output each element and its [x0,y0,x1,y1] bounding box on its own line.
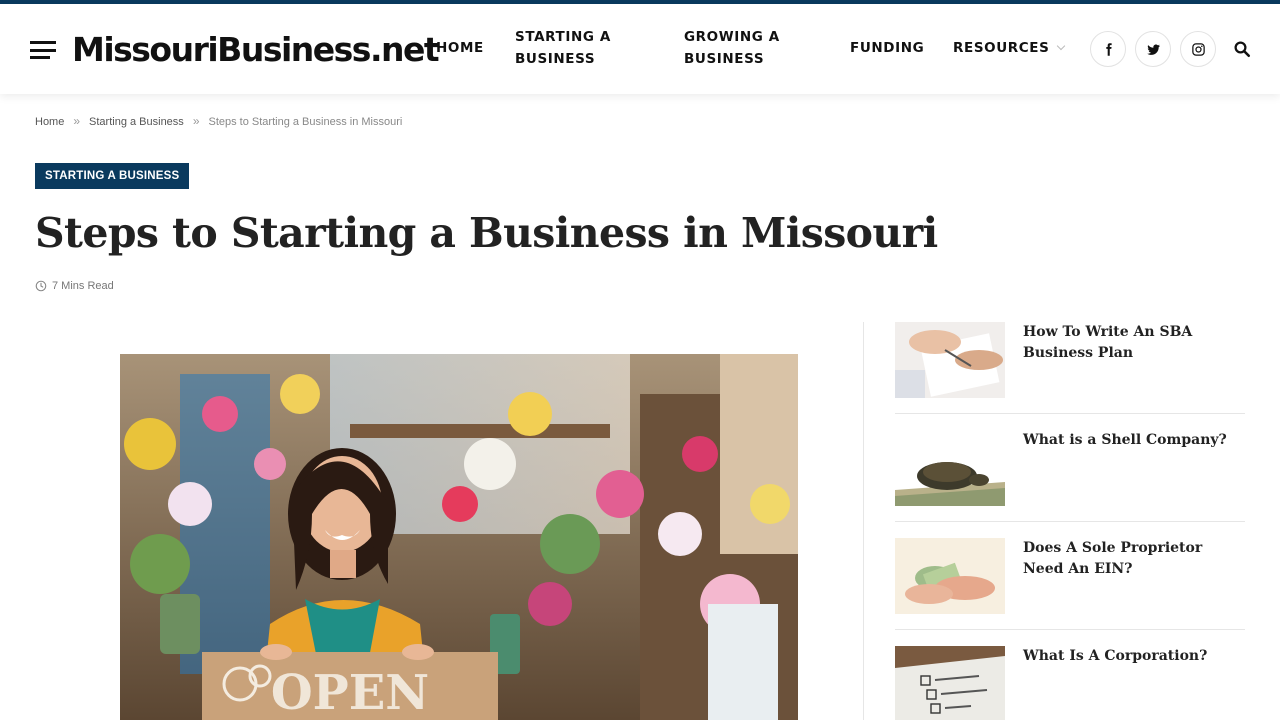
sidebar-post-title[interactable]: How To Write An SBA Business Plan [1023,322,1247,364]
featured-image: OPEN [120,354,798,720]
list-item: What is a Shell Company? [895,430,1245,538]
sidebar-post-title[interactable]: What is a Shell Company? [1023,430,1247,451]
clock-icon [35,280,47,292]
breadcrumb-separator: » [73,114,81,128]
read-time: 7 Mins Read [52,280,114,292]
chevron-down-icon [1057,41,1066,51]
nav-growing-a-business[interactable]: GROWING A BUSINESS [684,26,794,70]
list-item: How To Write An SBA Business Plan [895,322,1245,430]
nav-resources-label: RESOURCES [953,40,1050,56]
site-header: MissouriBusiness.net HOME STARTING A BUS… [0,4,1280,94]
twitter-button[interactable] [1135,31,1171,67]
breadcrumb-starting-a-business[interactable]: Starting a Business [89,116,184,128]
post-thumbnail[interactable] [895,538,1005,614]
list-item: What Is A Corporation? [895,646,1245,720]
divider [895,521,1245,522]
breadcrumb-home[interactable]: Home [35,116,64,128]
svg-text:OPEN: OPEN [271,665,429,720]
post-thumbnail[interactable] [895,430,1005,506]
instagram-icon [1191,42,1205,56]
breadcrumb: Home » Starting a Business » Steps to Starti… [35,114,402,128]
nav-resources[interactable]: RESOURCES [953,37,1066,59]
nav-funding[interactable]: FUNDING [850,37,924,59]
facebook-button[interactable] [1090,31,1126,67]
facebook-icon [1105,42,1112,56]
sidebar-post-title[interactable]: Does A Sole Proprietor Need An EIN? [1023,538,1247,580]
post-thumbnail[interactable] [895,322,1005,398]
category-badge[interactable]: STARTING A BUSINESS [35,163,190,189]
divider [895,629,1245,630]
list-item: Does A Sole Proprietor Need An EIN? [895,538,1245,646]
post-thumbnail[interactable] [895,646,1005,720]
twitter-icon [1146,43,1160,55]
nav-starting-a-business[interactable]: STARTING A BUSINESS [515,26,635,70]
search-icon[interactable] [1233,40,1251,58]
divider [895,413,1245,414]
sidebar-divider [863,322,864,720]
breadcrumb-separator: » [192,114,200,128]
breadcrumb-current: Steps to Starting a Business in Missouri [208,116,403,128]
menu-icon[interactable] [30,41,56,59]
post-meta: 7 Mins Read [35,280,114,292]
post-title: Steps to Starting a Business in Missouri [35,209,938,257]
instagram-button[interactable] [1180,31,1216,67]
site-logo[interactable]: MissouriBusiness.net [72,28,440,72]
nav-home[interactable]: HOME [436,37,484,59]
sidebar-post-title[interactable]: What Is A Corporation? [1023,646,1247,667]
